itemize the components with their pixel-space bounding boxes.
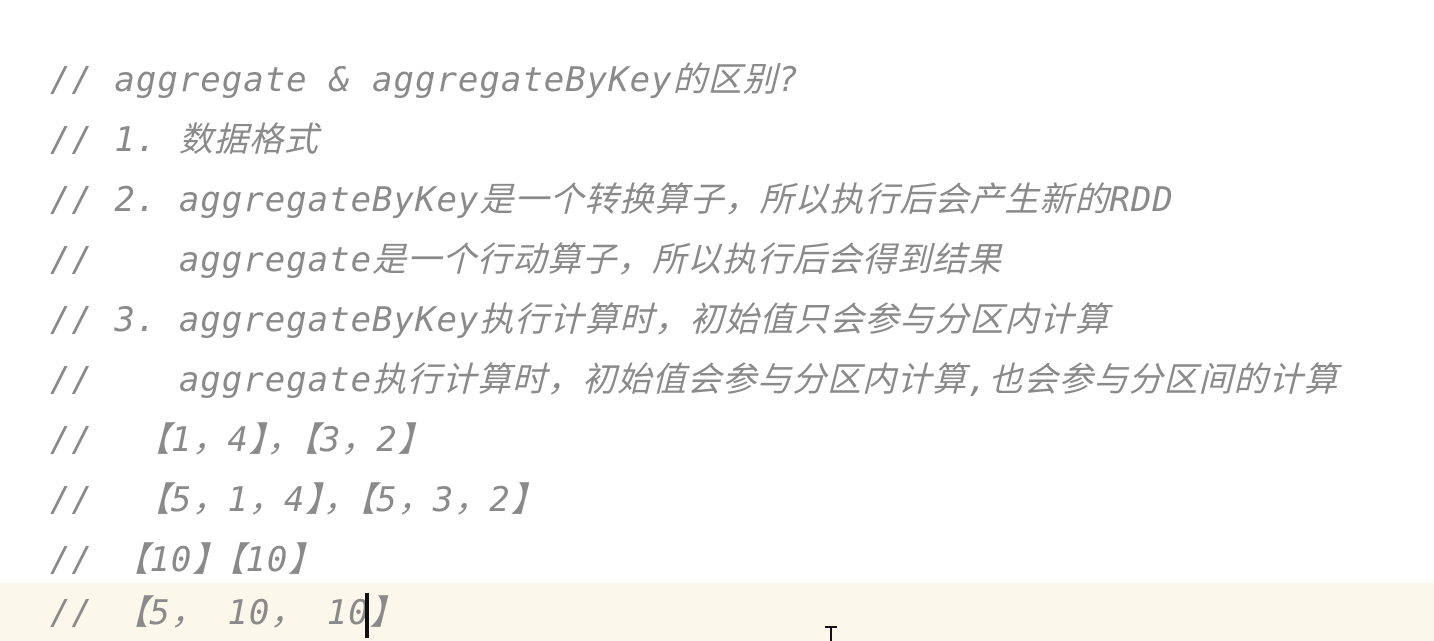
code-editor[interactable]: // aggregate & aggregateByKey的区别? // 1. …: [0, 0, 1434, 641]
code-line-6[interactable]: // aggregate执行计算时，初始值会参与分区内计算,也会参与分区间的计算: [0, 350, 1434, 410]
code-line-7[interactable]: // 【1，4】，【3，2】: [0, 410, 1434, 470]
code-line-1[interactable]: // aggregate & aggregateByKey的区别?: [0, 50, 1434, 110]
text-caret: [365, 593, 369, 638]
code-line-10-current[interactable]: // 【5， 10， 10】: [0, 583, 1434, 641]
code-line-9[interactable]: // 【10】【10】: [0, 530, 1434, 590]
code-line-5[interactable]: // 3. aggregateByKey执行计算时，初始值只会参与分区内计算: [0, 290, 1434, 350]
code-line-4[interactable]: // aggregate是一个行动算子，所以执行后会得到结果: [0, 230, 1434, 290]
code-line-2[interactable]: // 1. 数据格式: [0, 110, 1434, 170]
ibeam-cursor-icon: [825, 626, 837, 641]
code-line-8[interactable]: // 【5，1，4】，【5，3，2】: [0, 470, 1434, 530]
code-line-3[interactable]: // 2. aggregateByKey是一个转换算子，所以执行后会产生新的RD…: [0, 170, 1434, 230]
